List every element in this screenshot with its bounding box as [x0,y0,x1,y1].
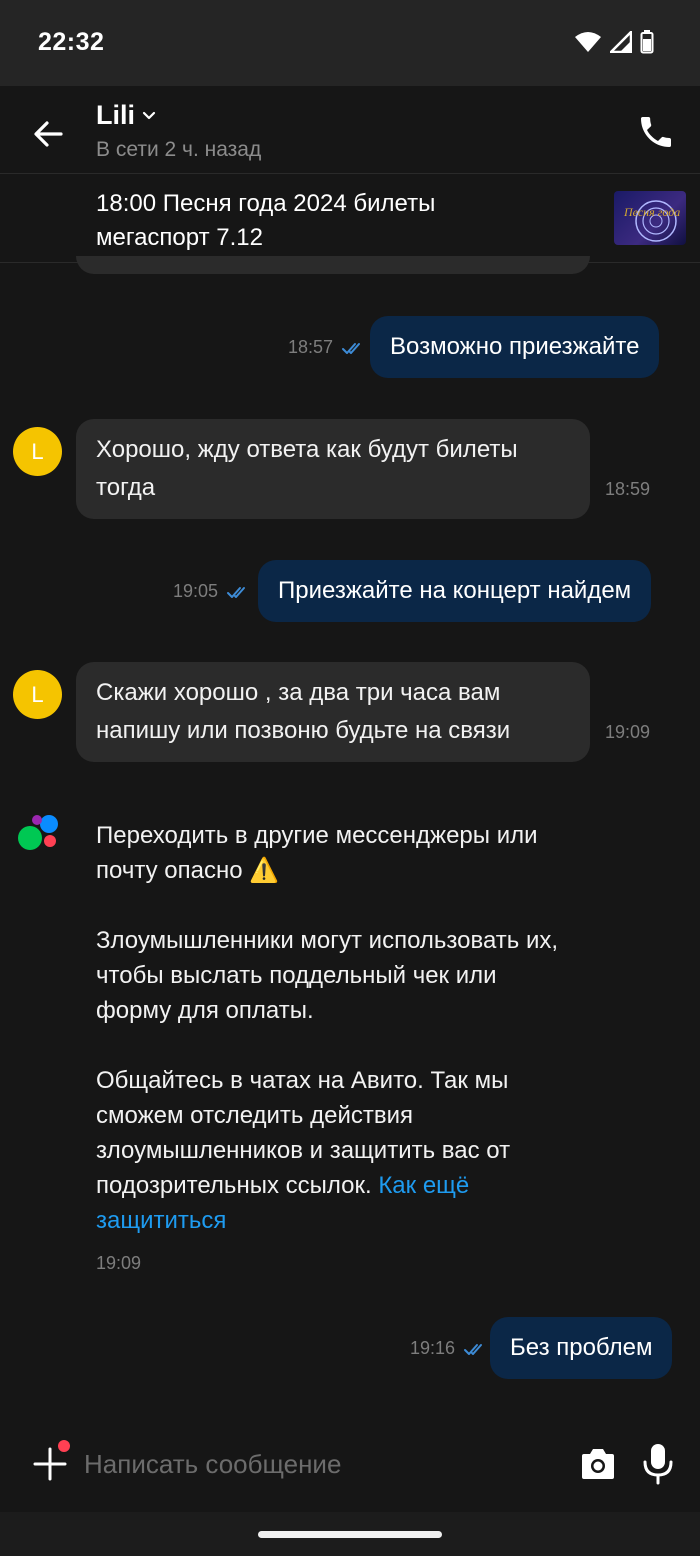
message-time: 19:09 [96,1253,142,1273]
incoming-message[interactable]: Скажи хорошо , за два три часа вам напиш… [76,662,590,762]
avito-logo-icon [16,814,60,852]
navigation-area [0,1512,700,1556]
listing-thumbnail[interactable]: Песня года [614,191,686,245]
camera-button[interactable] [578,1444,618,1484]
notification-dot [58,1440,70,1452]
system-paragraph: Переходить в другие мессенджеры или почт… [96,822,538,884]
chat-header: Lili В сети 2 ч. назад [0,86,700,174]
camera-icon [582,1449,614,1479]
status-icons [574,28,654,59]
call-button[interactable] [636,112,676,152]
system-paragraph: Общайтесь в чатах на Авито. Так мы сможе… [96,1063,576,1238]
incoming-message[interactable]: Хорошо, жду ответа как будут билеты тогд… [76,419,590,519]
outgoing-message[interactable]: Без проблем [490,1317,673,1379]
phone-icon [641,117,671,147]
message-time: 19:16 [410,1338,456,1358]
wifi-icon [574,31,602,58]
double-check-icon [464,1343,483,1355]
voice-message-button[interactable] [640,1442,676,1486]
listing-banner[interactable]: 18:00 Песня года 2024 билеты мегаспорт 7… [0,175,700,263]
battery-icon [640,30,654,59]
message-meta: 19:05 [173,581,250,602]
double-check-icon [227,586,246,598]
listing-title: 18:00 Песня года 2024 билеты мегаспорт 7… [96,190,436,251]
thumbnail-caption: Песня года [623,205,680,219]
status-bar: 22:32 [0,0,700,86]
message-input[interactable] [84,1440,544,1488]
chevron-down-icon [142,111,156,119]
signal-icon [607,28,633,58]
microphone-icon [643,1444,673,1485]
message-meta: 19:16 [410,1338,487,1359]
contact-name-button[interactable]: Lili [96,100,157,131]
partial-message-bubble [76,256,590,274]
avatar[interactable]: L [13,670,62,719]
home-indicator[interactable] [258,1531,442,1538]
outgoing-message[interactable]: Возможно приезжайте [370,316,660,378]
message-time: 19:09 [605,722,651,742]
contact-presence: В сети 2 ч. назад [96,138,262,161]
message-meta: 18:57 [288,337,365,358]
message-time: 18:57 [288,337,334,357]
message-time: 19:05 [173,581,219,601]
message-composer [0,1420,700,1512]
arrow-left-icon [34,121,63,147]
double-check-icon [342,342,361,354]
avatar[interactable]: L [13,427,62,476]
status-time: 22:32 [38,28,105,56]
contact-name: Lili [96,100,135,130]
outgoing-message[interactable]: Приезжайте на концерт найдем [258,560,652,622]
system-message: Переходить в другие мессенджеры или почт… [96,818,576,1238]
system-paragraph: Злоумышленники могут использовать их, чт… [96,927,559,1024]
back-button[interactable] [28,114,68,154]
message-time: 18:59 [605,479,651,499]
